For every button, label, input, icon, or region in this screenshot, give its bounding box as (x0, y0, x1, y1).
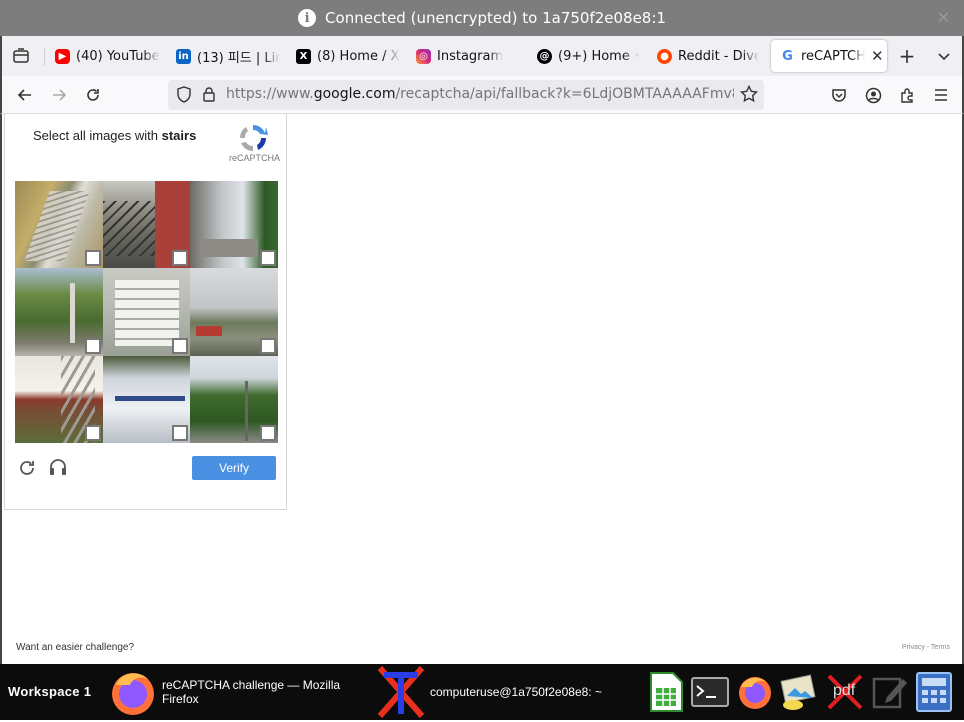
captcha-tile-7[interactable] (15, 356, 103, 443)
instagram-icon: ◎ (416, 48, 431, 64)
bookmark-star-icon[interactable] (739, 84, 759, 107)
vnc-banner: i Connected (unencrypted) to 1a750f2e08e… (0, 0, 964, 36)
captcha-tile-3[interactable] (190, 181, 278, 268)
firefox-launcher-icon[interactable] (735, 672, 775, 712)
lock-icon[interactable] (202, 86, 216, 107)
linkedin-icon: in (176, 48, 191, 64)
verify-button[interactable]: Verify (192, 456, 276, 480)
x-icon: X (296, 48, 311, 64)
tab-x[interactable]: X (8) Home / X (296, 40, 400, 72)
text-editor-icon[interactable] (870, 672, 910, 712)
image-grid (15, 181, 278, 443)
chevron-down-icon[interactable] (931, 43, 957, 69)
tab-recaptcha[interactable]: G reCAPTCHA challenge ✕ (771, 40, 887, 72)
recaptcha-widget: Select all images with stairs reCAPTCHA (4, 114, 287, 510)
info-icon: i (298, 9, 317, 27)
captcha-tile-2[interactable] (103, 181, 190, 268)
close-icon[interactable]: ✕ (937, 8, 950, 27)
pocket-icon[interactable] (826, 82, 852, 108)
account-icon[interactable] (860, 82, 886, 108)
taskbar: Workspace 1 reCAPTCHA challenge — Mozill… (0, 664, 964, 720)
tab-threads[interactable]: @ (9+) Home • Threads (537, 40, 639, 72)
forward-icon[interactable] (46, 82, 72, 108)
back-icon[interactable] (12, 82, 38, 108)
taskbar-firefox-window[interactable]: reCAPTCHA challenge — Mozilla Firefox (108, 664, 340, 720)
terminal-window-title: computeruse@1a750f2e08e8: ~ (430, 685, 602, 699)
menu-icon[interactable] (928, 82, 954, 108)
challenge-prompt: Select all images with stairs (33, 128, 197, 143)
terminal-icon[interactable] (690, 672, 730, 712)
youtube-icon: ▶ (55, 48, 70, 64)
reload-icon[interactable] (80, 82, 106, 108)
recaptcha-brand-label: reCAPTCHA (229, 153, 281, 163)
tab-instagram[interactable]: ◎ Instagram (416, 40, 520, 72)
taskbar-terminal-window[interactable]: computeruse@1a750f2e08e8: ~ (376, 664, 602, 720)
tab-linkedin[interactable]: in (13) 피드 | LinkedIn (176, 40, 280, 72)
captcha-tile-6[interactable] (190, 268, 278, 356)
calculator-icon[interactable] (914, 672, 954, 712)
firefox-icon (108, 667, 158, 717)
page-content: Select all images with stairs reCAPTCHA (0, 114, 964, 664)
headphones-icon[interactable] (48, 457, 70, 479)
tab-overview-icon[interactable] (8, 43, 34, 69)
threads-icon: @ (537, 48, 552, 64)
url-bar[interactable]: https://www.google.com/recaptcha/api/fal… (168, 80, 764, 110)
shield-icon[interactable] (176, 86, 192, 107)
navigation-bar: https://www.google.com/recaptcha/api/fal… (0, 76, 964, 114)
firefox-window-title: reCAPTCHA challenge — Mozilla (162, 678, 341, 692)
easier-challenge-link[interactable]: Want an easier challenge? (16, 642, 134, 653)
captcha-tile-4[interactable] (15, 268, 103, 356)
google-icon: G (782, 48, 793, 64)
recaptcha-logo-icon (237, 122, 269, 154)
reddit-icon: ● (657, 48, 672, 64)
tab-youtube[interactable]: ▶ (40) YouTube (55, 40, 163, 72)
captcha-tile-9[interactable] (190, 356, 278, 443)
extensions-icon[interactable] (894, 82, 920, 108)
tab-strip: ▶ (40) YouTube in (13) 피드 | LinkedIn X (… (0, 36, 964, 76)
xterm-icon (376, 666, 426, 718)
url-text[interactable]: https://www.google.com/recaptcha/api/fal… (226, 86, 734, 102)
workspace-label[interactable]: Workspace 1 (8, 684, 91, 699)
privacy-terms-link[interactable]: Privacy - Terms (902, 644, 950, 651)
image-viewer-icon[interactable] (779, 672, 819, 712)
pdf-label: pdf (833, 682, 856, 699)
new-tab-icon[interactable]: + (894, 43, 920, 69)
firefox-window-app: Firefox (162, 692, 199, 706)
captcha-tile-8[interactable] (103, 356, 190, 443)
reload-challenge-icon[interactable] (18, 459, 40, 481)
tab-reddit[interactable]: ● Reddit - Dive into anything (657, 40, 759, 72)
captcha-tile-1[interactable] (15, 181, 103, 268)
spreadsheet-icon[interactable] (646, 672, 686, 712)
tab-close-icon[interactable]: ✕ (871, 47, 884, 65)
banner-text: Connected (unencrypted) to 1a750f2e08e8:… (325, 9, 666, 27)
captcha-tile-5[interactable] (103, 268, 190, 356)
pdf-icon[interactable]: pdf (825, 672, 865, 712)
